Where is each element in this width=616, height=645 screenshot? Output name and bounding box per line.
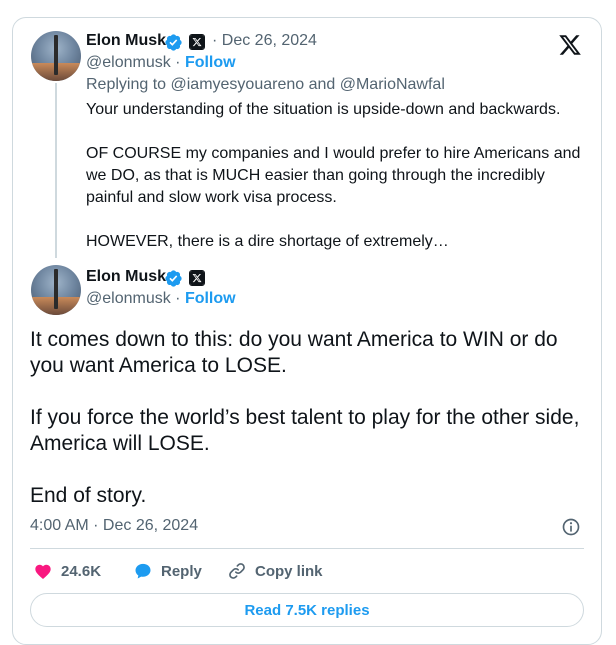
main-author-handle: @elonmusk · Follow bbox=[86, 290, 236, 308]
main-author-name[interactable]: Elon Musk bbox=[86, 268, 166, 286]
verified-badge-icon bbox=[165, 270, 182, 287]
info-icon[interactable] bbox=[561, 517, 581, 537]
parent-handle-separator: · bbox=[170, 54, 185, 71]
thread-connector-line bbox=[55, 83, 57, 258]
parent-post-date[interactable]: · Dec 26, 2024 bbox=[212, 32, 317, 50]
x-affiliate-badge-icon bbox=[189, 270, 205, 286]
read-replies-label: Read 7.5K replies bbox=[244, 601, 370, 619]
main-handle-separator: · bbox=[170, 290, 185, 307]
x-logo-icon[interactable] bbox=[558, 33, 582, 57]
main-post-text: It comes down to this: do you want Ameri… bbox=[30, 328, 580, 507]
verified-badge-icon bbox=[165, 34, 182, 51]
replying-to-line[interactable]: Replying to @iamyesyouareno and @MarioNa… bbox=[86, 76, 445, 94]
main-follow-button[interactable]: Follow bbox=[185, 290, 236, 307]
link-icon bbox=[229, 563, 245, 579]
post-timestamp[interactable]: 4:00 AM · Dec 26, 2024 bbox=[30, 517, 198, 535]
copy-link-action[interactable]: Copy link bbox=[227, 561, 323, 581]
parent-post-text: Your understanding of the situation is u… bbox=[86, 101, 581, 250]
heart-icon bbox=[35, 564, 51, 579]
parent-author-name[interactable]: Elon Musk bbox=[86, 32, 166, 50]
parent-author-avatar[interactable] bbox=[31, 31, 81, 81]
x-affiliate-badge-icon bbox=[189, 34, 205, 50]
parent-author-handle: @elonmusk · Follow bbox=[86, 54, 236, 72]
like-count: 24.6K bbox=[61, 562, 102, 580]
parent-follow-button[interactable]: Follow bbox=[185, 54, 236, 71]
main-author-avatar[interactable] bbox=[31, 265, 81, 315]
like-action[interactable]: 24.6K bbox=[33, 561, 101, 581]
reply-action[interactable]: Reply bbox=[133, 561, 202, 581]
read-replies-button[interactable]: Read 7.5K replies bbox=[30, 593, 584, 627]
actions-divider bbox=[30, 548, 584, 549]
main-handle-text[interactable]: @elonmusk bbox=[86, 290, 171, 307]
reply-label: Reply bbox=[161, 562, 202, 580]
reply-bubble-icon bbox=[135, 563, 151, 579]
copy-link-label: Copy link bbox=[255, 562, 323, 580]
parent-handle-text[interactable]: @elonmusk bbox=[86, 54, 171, 71]
